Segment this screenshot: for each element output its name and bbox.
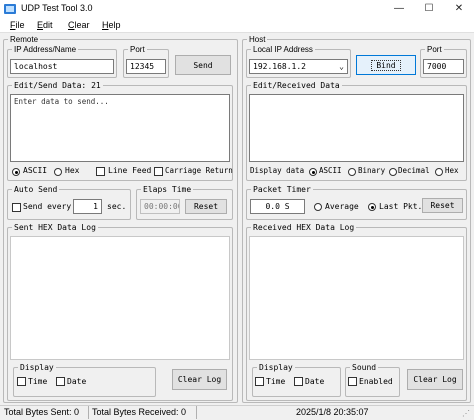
- host-ascii-label: ASCII: [319, 166, 342, 175]
- received-clear-log-button[interactable]: Clear Log: [407, 369, 463, 390]
- send-data-textarea[interactable]: Enter data to send...: [10, 94, 230, 162]
- menu-clear[interactable]: Clear: [68, 20, 90, 30]
- host-decimal-radio[interactable]: [389, 168, 397, 176]
- sound-enabled-label: Enabled: [359, 377, 393, 386]
- host-binary-label: Binary: [358, 166, 386, 175]
- chevron-down-icon: ⌄: [339, 62, 344, 71]
- host-decimal-label: Decimal: [398, 166, 430, 175]
- auto-send-checkbox[interactable]: [12, 203, 21, 212]
- packet-timer-field: 0.0 S: [250, 199, 305, 214]
- resize-grip-icon[interactable]: ⋰: [462, 409, 472, 419]
- received-time-checkbox[interactable]: [255, 377, 264, 386]
- carriage-return-label: Carriage Return: [165, 166, 233, 175]
- host-port-input[interactable]: 7000: [423, 59, 464, 74]
- send-interval-input[interactable]: 1: [73, 199, 102, 214]
- window-title: UDP Test Tool 3.0: [21, 3, 93, 13]
- bind-label: Bind: [371, 59, 401, 71]
- received-date-label: Date: [305, 377, 325, 386]
- received-log-area[interactable]: [249, 236, 464, 360]
- send-placeholder: Enter data to send...: [14, 97, 109, 106]
- app-icon: [4, 4, 16, 14]
- average-radio[interactable]: [314, 203, 322, 211]
- sent-time-label: Time: [28, 377, 48, 386]
- status-divider: [196, 406, 197, 419]
- elaps-time-field: 00:00:00: [140, 199, 180, 214]
- display-data-label: Display data: [250, 166, 305, 175]
- local-ip-value: 192.168.1.2: [253, 62, 306, 71]
- received-time-label: Time: [266, 377, 286, 386]
- elaps-reset-button[interactable]: Reset: [185, 199, 227, 214]
- status-divider: [88, 406, 89, 419]
- host-binary-radio[interactable]: [348, 168, 356, 176]
- last-pkt-label: Last Pkt.: [379, 202, 423, 211]
- maximize-icon[interactable]: ☐: [414, 0, 444, 18]
- sent-time-checkbox[interactable]: [17, 377, 26, 386]
- sent-clear-log-button[interactable]: Clear Log: [172, 369, 227, 390]
- remote-ascii-radio[interactable]: [12, 168, 20, 176]
- menu-edit[interactable]: Edit: [37, 20, 53, 30]
- send-button[interactable]: Send: [175, 55, 231, 75]
- sent-date-checkbox[interactable]: [56, 377, 65, 386]
- carriage-return-checkbox[interactable]: [154, 167, 163, 176]
- host-hex-radio[interactable]: [435, 168, 443, 176]
- host-hex-label: Hex: [445, 166, 459, 175]
- bind-button[interactable]: Bind: [356, 55, 416, 75]
- interval-unit-label: sec.: [107, 202, 127, 211]
- menu-file[interactable]: File: [10, 20, 25, 30]
- datetime-status: 2025/1/8 20:35:07: [296, 407, 369, 417]
- remote-hex-radio[interactable]: [54, 168, 62, 176]
- received-date-checkbox[interactable]: [294, 377, 303, 386]
- remote-port-input[interactable]: 12345: [126, 59, 166, 74]
- remote-hex-label: Hex: [65, 166, 80, 175]
- average-label: Average: [325, 202, 359, 211]
- menu-help[interactable]: Help: [102, 20, 121, 30]
- send-every-label: Send every: [23, 202, 72, 211]
- packet-reset-button[interactable]: Reset: [422, 198, 463, 213]
- received-data-textarea[interactable]: [249, 94, 464, 162]
- line-feed-label: Line Feed: [108, 166, 152, 175]
- line-feed-checkbox[interactable]: [96, 167, 105, 176]
- local-ip-select[interactable]: 192.168.1.2 ⌄: [249, 59, 348, 74]
- close-icon[interactable]: ✕: [444, 0, 474, 18]
- sent-log-area[interactable]: [10, 236, 230, 360]
- host-ascii-radio[interactable]: [309, 168, 317, 176]
- bytes-sent-status: Total Bytes Sent: 0: [4, 407, 80, 417]
- remote-ascii-label: ASCII: [23, 166, 48, 175]
- sent-date-label: Date: [67, 377, 87, 386]
- last-pkt-radio[interactable]: [368, 203, 376, 211]
- bytes-received-status: Total Bytes Received: 0: [92, 407, 187, 417]
- sound-enabled-checkbox[interactable]: [348, 377, 357, 386]
- ip-address-input[interactable]: localhost: [10, 59, 114, 74]
- minimize-icon[interactable]: —: [384, 0, 414, 18]
